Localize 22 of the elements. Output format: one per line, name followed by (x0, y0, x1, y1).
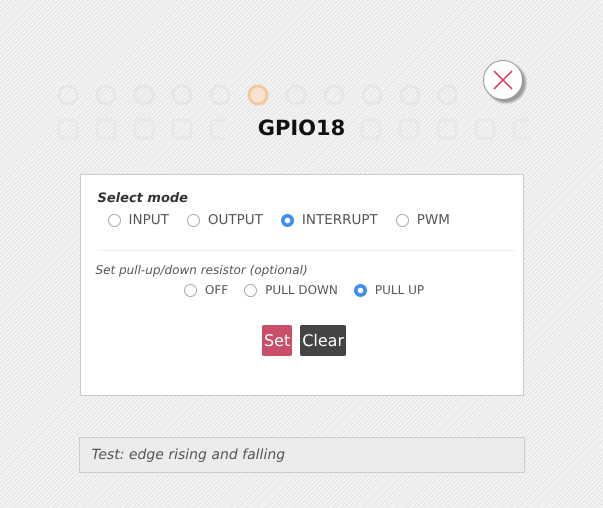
resistor-label: Set pull-up/down resistor (optional) (96, 263, 309, 277)
mode-radio-option[interactable]: PWM (396, 212, 450, 228)
option-label: PWM (416, 212, 450, 228)
set-button[interactable]: Set (262, 325, 292, 356)
option-label: PULL DOWN (265, 283, 338, 297)
mode-label: Select mode (98, 191, 189, 206)
option-label: INPUT (128, 212, 169, 228)
close-icon (492, 69, 514, 91)
resistor-radio-option[interactable]: OFF (184, 283, 228, 297)
pin-title: GPIO18 (258, 116, 346, 142)
mode-radio-option[interactable]: OUTPUT (186, 212, 263, 228)
clear-button[interactable]: Clear (300, 325, 346, 356)
mode-radio-option[interactable]: INPUT (108, 212, 169, 228)
resistor-radio-option[interactable]: PULL DOWN (244, 283, 338, 297)
option-label: OFF (204, 283, 228, 297)
option-label: PULL UP (374, 283, 424, 297)
mode-radio-option[interactable]: INTERRUPT (280, 212, 378, 228)
note-text: Test: edge rising and falling (92, 447, 286, 463)
option-label: INTERRUPT (302, 212, 378, 228)
option-label: OUTPUT (208, 212, 263, 228)
close-button[interactable] (483, 60, 523, 100)
resistor-radio-option[interactable]: PULL UP (354, 283, 424, 297)
